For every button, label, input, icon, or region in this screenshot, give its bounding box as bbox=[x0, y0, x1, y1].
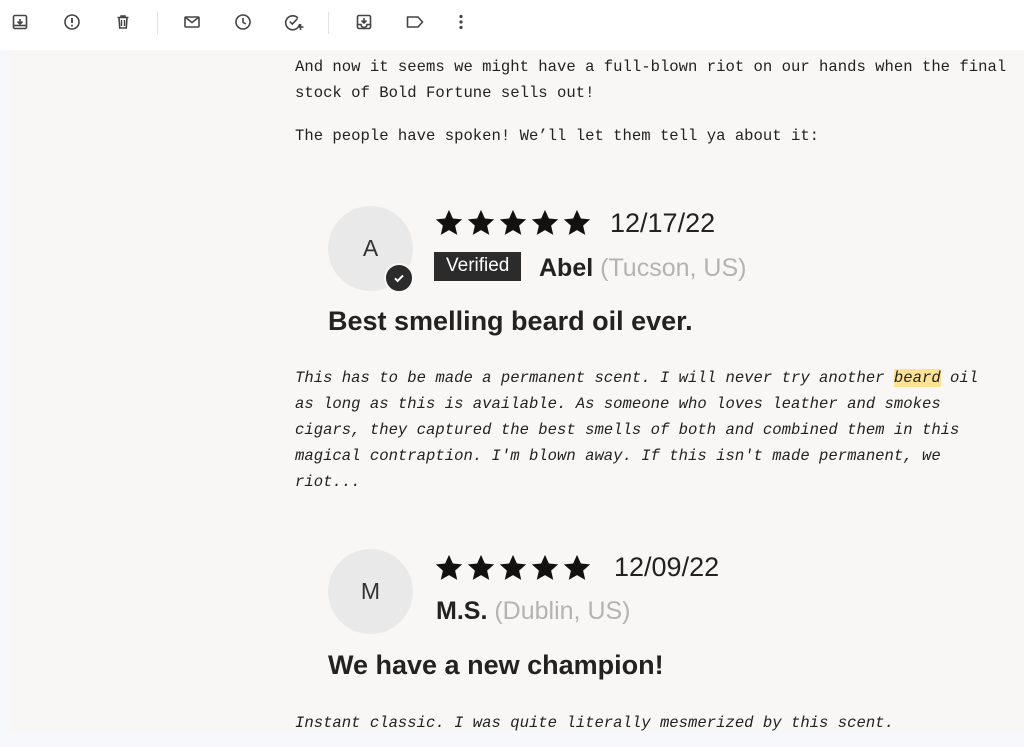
archive-button[interactable] bbox=[8, 10, 32, 34]
mail-icon bbox=[184, 16, 200, 28]
verified-check-icon bbox=[384, 263, 414, 293]
author-location: (Tucson, US) bbox=[600, 254, 747, 282]
star-icon bbox=[499, 554, 527, 580]
star-icon bbox=[531, 209, 559, 235]
intro-paragraph: And now it seems we might have a full-bl… bbox=[295, 58, 1007, 102]
avatar-initial: A bbox=[362, 235, 379, 261]
archive-icon bbox=[12, 14, 28, 30]
author-name: Abel bbox=[539, 254, 594, 282]
add-task-icon bbox=[284, 14, 304, 31]
star-icon bbox=[531, 554, 559, 580]
review-text: This has to be made a permanent scent. I… bbox=[295, 369, 894, 387]
verified-badge: Verified bbox=[434, 252, 522, 281]
toolbar-divider bbox=[328, 12, 329, 34]
review-date: 12/09/22 bbox=[614, 552, 720, 582]
mark-unread-button[interactable] bbox=[180, 10, 204, 34]
star-icon bbox=[499, 209, 527, 235]
report-spam-icon bbox=[64, 14, 80, 30]
review-text: oil as long as this is available. As som… bbox=[295, 369, 979, 491]
trash-icon bbox=[117, 15, 129, 29]
label-icon bbox=[406, 16, 424, 28]
avatar-initial: M bbox=[360, 578, 381, 604]
review-author: M.S. (Dublin, US) bbox=[436, 597, 631, 626]
labels-button[interactable] bbox=[403, 10, 427, 34]
star-rating bbox=[434, 553, 592, 583]
move-to-button[interactable] bbox=[352, 10, 376, 34]
move-to-inbox-icon bbox=[356, 14, 372, 30]
email-body: And now it seems we might have a full-bl… bbox=[10, 50, 1024, 732]
search-highlight: beard bbox=[893, 369, 941, 387]
review-body: This has to be made a permanent scent. I… bbox=[295, 365, 990, 495]
star-icon bbox=[563, 554, 591, 580]
report-spam-button[interactable] bbox=[60, 10, 84, 34]
message-toolbar bbox=[0, 0, 1024, 50]
review-body: Instant classic. I was quite literally m… bbox=[295, 714, 894, 732]
add-task-button[interactable] bbox=[282, 10, 306, 34]
avatar: M bbox=[328, 549, 413, 634]
toolbar-divider bbox=[157, 12, 158, 34]
review-date: 12/17/22 bbox=[610, 208, 716, 238]
author-location: (Dublin, US) bbox=[494, 597, 631, 625]
review-title: Best smelling beard oil ever. bbox=[328, 306, 693, 336]
delete-button[interactable] bbox=[111, 10, 135, 34]
star-icon bbox=[467, 209, 495, 235]
star-icon bbox=[563, 209, 591, 235]
star-icon bbox=[435, 554, 463, 580]
clock-icon bbox=[235, 14, 251, 30]
intro-paragraph: The people have spoken! We’ll let them t… bbox=[295, 127, 820, 145]
review-author: Abel (Tucson, US) bbox=[539, 254, 746, 283]
snooze-button[interactable] bbox=[231, 10, 255, 34]
author-name: M.S. bbox=[436, 597, 488, 625]
review-title: We have a new champion! bbox=[328, 650, 664, 680]
star-icon bbox=[435, 209, 463, 235]
more-button[interactable] bbox=[449, 10, 473, 34]
star-icon bbox=[467, 554, 495, 580]
star-rating bbox=[434, 208, 592, 238]
more-vert-icon bbox=[459, 14, 463, 30]
